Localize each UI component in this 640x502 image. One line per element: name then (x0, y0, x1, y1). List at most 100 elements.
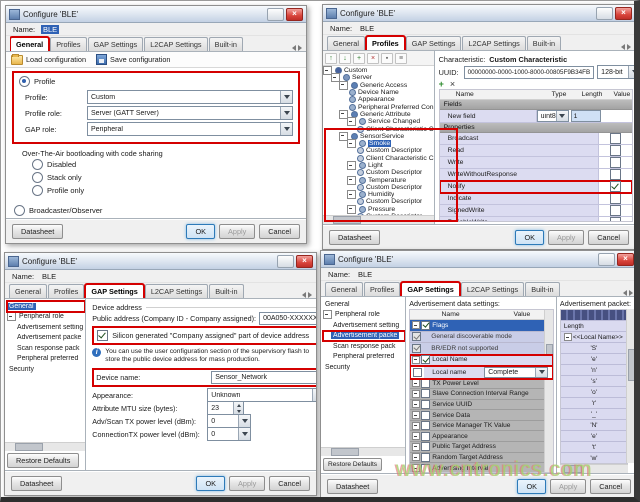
mtu-stepper[interactable]: 23 (207, 401, 244, 415)
restore-defaults-button[interactable]: Restore Defaults (323, 458, 382, 471)
appearance-select[interactable]: Unknown (207, 388, 316, 402)
adv-row[interactable]: Slave Connection Interval Range (410, 389, 553, 400)
name-input[interactable]: BLE (356, 270, 510, 279)
tab[interactable]: GAP Settings (88, 37, 144, 51)
adv-checkbox[interactable] (421, 355, 430, 364)
radio-option[interactable]: Disabled (32, 158, 306, 171)
adv-row[interactable]: General discoverable mode (410, 332, 553, 344)
broadcaster-radio[interactable] (14, 205, 25, 216)
property-row[interactable]: Notify (440, 181, 633, 193)
tree-item[interactable]: Temperature (323, 176, 434, 183)
add-field-icon[interactable]: + (439, 79, 444, 89)
advscan-tx-select[interactable]: 0 (207, 414, 251, 428)
expander-icon[interactable] (339, 81, 348, 90)
tab[interactable]: Profiles (364, 282, 400, 296)
tab[interactable]: General (10, 37, 49, 51)
expander-icon[interactable] (347, 176, 356, 185)
uuid-size-select[interactable]: 128-bit (597, 65, 635, 79)
scrollbar-thumb[interactable] (15, 443, 43, 451)
help-button[interactable] (277, 255, 294, 268)
tab[interactable]: GAP Settings (406, 36, 462, 50)
tree-item[interactable]: Appearance (323, 96, 434, 103)
tab[interactable]: L2CAP Settings (145, 284, 208, 298)
tree-item[interactable]: Advertisement packe (7, 333, 85, 344)
tree-item[interactable]: Smoke (323, 140, 434, 147)
tree-item[interactable]: SensorService (323, 133, 434, 140)
tree-item[interactable]: Peripheral role (323, 310, 405, 321)
tree-item[interactable]: Humidity (323, 191, 434, 198)
horizontal-scrollbar[interactable] (321, 447, 405, 456)
chevron-down-icon[interactable] (280, 107, 292, 119)
properties-group-row[interactable]: Properties (440, 123, 633, 133)
conn-tx-select[interactable]: 0 (207, 427, 251, 441)
cancel-button[interactable]: Cancel (590, 479, 631, 494)
tab[interactable]: General (325, 282, 363, 296)
vertical-scrollbar[interactable] (544, 310, 553, 472)
apply-button[interactable]: Apply (219, 224, 255, 239)
chevron-down-icon[interactable] (280, 123, 292, 135)
combo-select[interactable]: Peripheral (87, 122, 293, 136)
packet-row[interactable]: 'N' (561, 420, 627, 431)
apply-button[interactable]: Apply (548, 230, 584, 245)
datasheet-button[interactable]: Datasheet (329, 230, 380, 245)
datasheet-button[interactable]: Datasheet (11, 476, 62, 491)
expander-icon[interactable] (412, 400, 420, 408)
expander-icon[interactable] (347, 139, 356, 148)
vertical-scrollbar[interactable] (626, 309, 635, 463)
tab[interactable]: General (327, 36, 365, 50)
cancel-button[interactable]: Cancel (269, 476, 310, 491)
property-row[interactable]: WriteWithoutResponse (440, 169, 633, 181)
property-row[interactable]: Broadcast (440, 133, 633, 145)
radio-icon[interactable] (32, 185, 43, 196)
name-input[interactable]: BLE (41, 25, 59, 34)
expander-icon[interactable] (412, 390, 420, 398)
expander-icon[interactable] (412, 321, 420, 329)
titlebar[interactable]: Configure 'BLE' × (5, 253, 316, 270)
packet-row[interactable]: 'e' (561, 431, 627, 442)
titlebar[interactable]: Configure 'BLE' × (321, 251, 637, 268)
tree-item[interactable]: Advertisement packe (323, 331, 405, 342)
scrollbar-thumb[interactable] (333, 216, 361, 224)
tab[interactable]: L2CAP Settings (144, 37, 207, 51)
expander-icon[interactable] (347, 161, 356, 170)
expander-icon[interactable] (347, 205, 356, 214)
tree-item[interactable]: Scan response pack (323, 341, 405, 352)
property-checkbox[interactable] (610, 133, 621, 144)
name-input[interactable]: BLE (358, 24, 512, 33)
adv-checkbox[interactable] (421, 442, 430, 451)
expander-icon[interactable] (347, 190, 356, 199)
tab[interactable]: GAP Settings (401, 282, 460, 296)
chevron-down-icon[interactable] (280, 91, 292, 103)
property-checkbox[interactable] (610, 217, 621, 222)
tree-item[interactable]: Light (323, 162, 434, 169)
expander-icon[interactable] (347, 117, 356, 126)
tab[interactable]: Profiles (50, 37, 86, 51)
adv-row[interactable]: Service Data (410, 410, 553, 421)
packet-row[interactable] (561, 310, 627, 321)
adv-row[interactable]: BR/EDR not supported (410, 343, 553, 355)
property-row[interactable]: ReliableWrite (440, 217, 633, 222)
adv-row[interactable]: Service UUID (410, 400, 553, 411)
adv-checkbox[interactable] (421, 432, 430, 441)
tree-item[interactable]: Security (7, 364, 85, 375)
silicon-generated-checkbox[interactable] (97, 330, 108, 341)
adv-checkbox[interactable] (421, 400, 430, 409)
adv-checkbox[interactable] (421, 321, 430, 330)
tree-toolbar-icon[interactable]: ▪ (381, 53, 393, 64)
radio-option[interactable]: Stack only (32, 171, 306, 184)
expander-icon[interactable] (412, 379, 420, 387)
cancel-button[interactable]: Cancel (588, 230, 629, 245)
help-button[interactable] (598, 253, 615, 266)
cancel-button[interactable]: Cancel (259, 224, 300, 239)
expander-icon[interactable] (412, 422, 420, 430)
public-address-value[interactable]: 00A050-XXXXXX (259, 312, 316, 325)
delete-field-icon[interactable]: × (450, 79, 455, 89)
chevron-down-icon[interactable] (238, 428, 250, 440)
chevron-down-icon[interactable] (312, 389, 316, 401)
packet-row[interactable]: <<Local Name>> (561, 332, 627, 343)
packet-row[interactable]: 'S' (561, 343, 627, 354)
property-checkbox[interactable] (610, 145, 621, 156)
profile-radio[interactable] (19, 76, 30, 87)
tree-item[interactable]: Custom Descriptor (323, 198, 434, 205)
adv-row[interactable]: Service Manager TK Value (410, 421, 553, 432)
